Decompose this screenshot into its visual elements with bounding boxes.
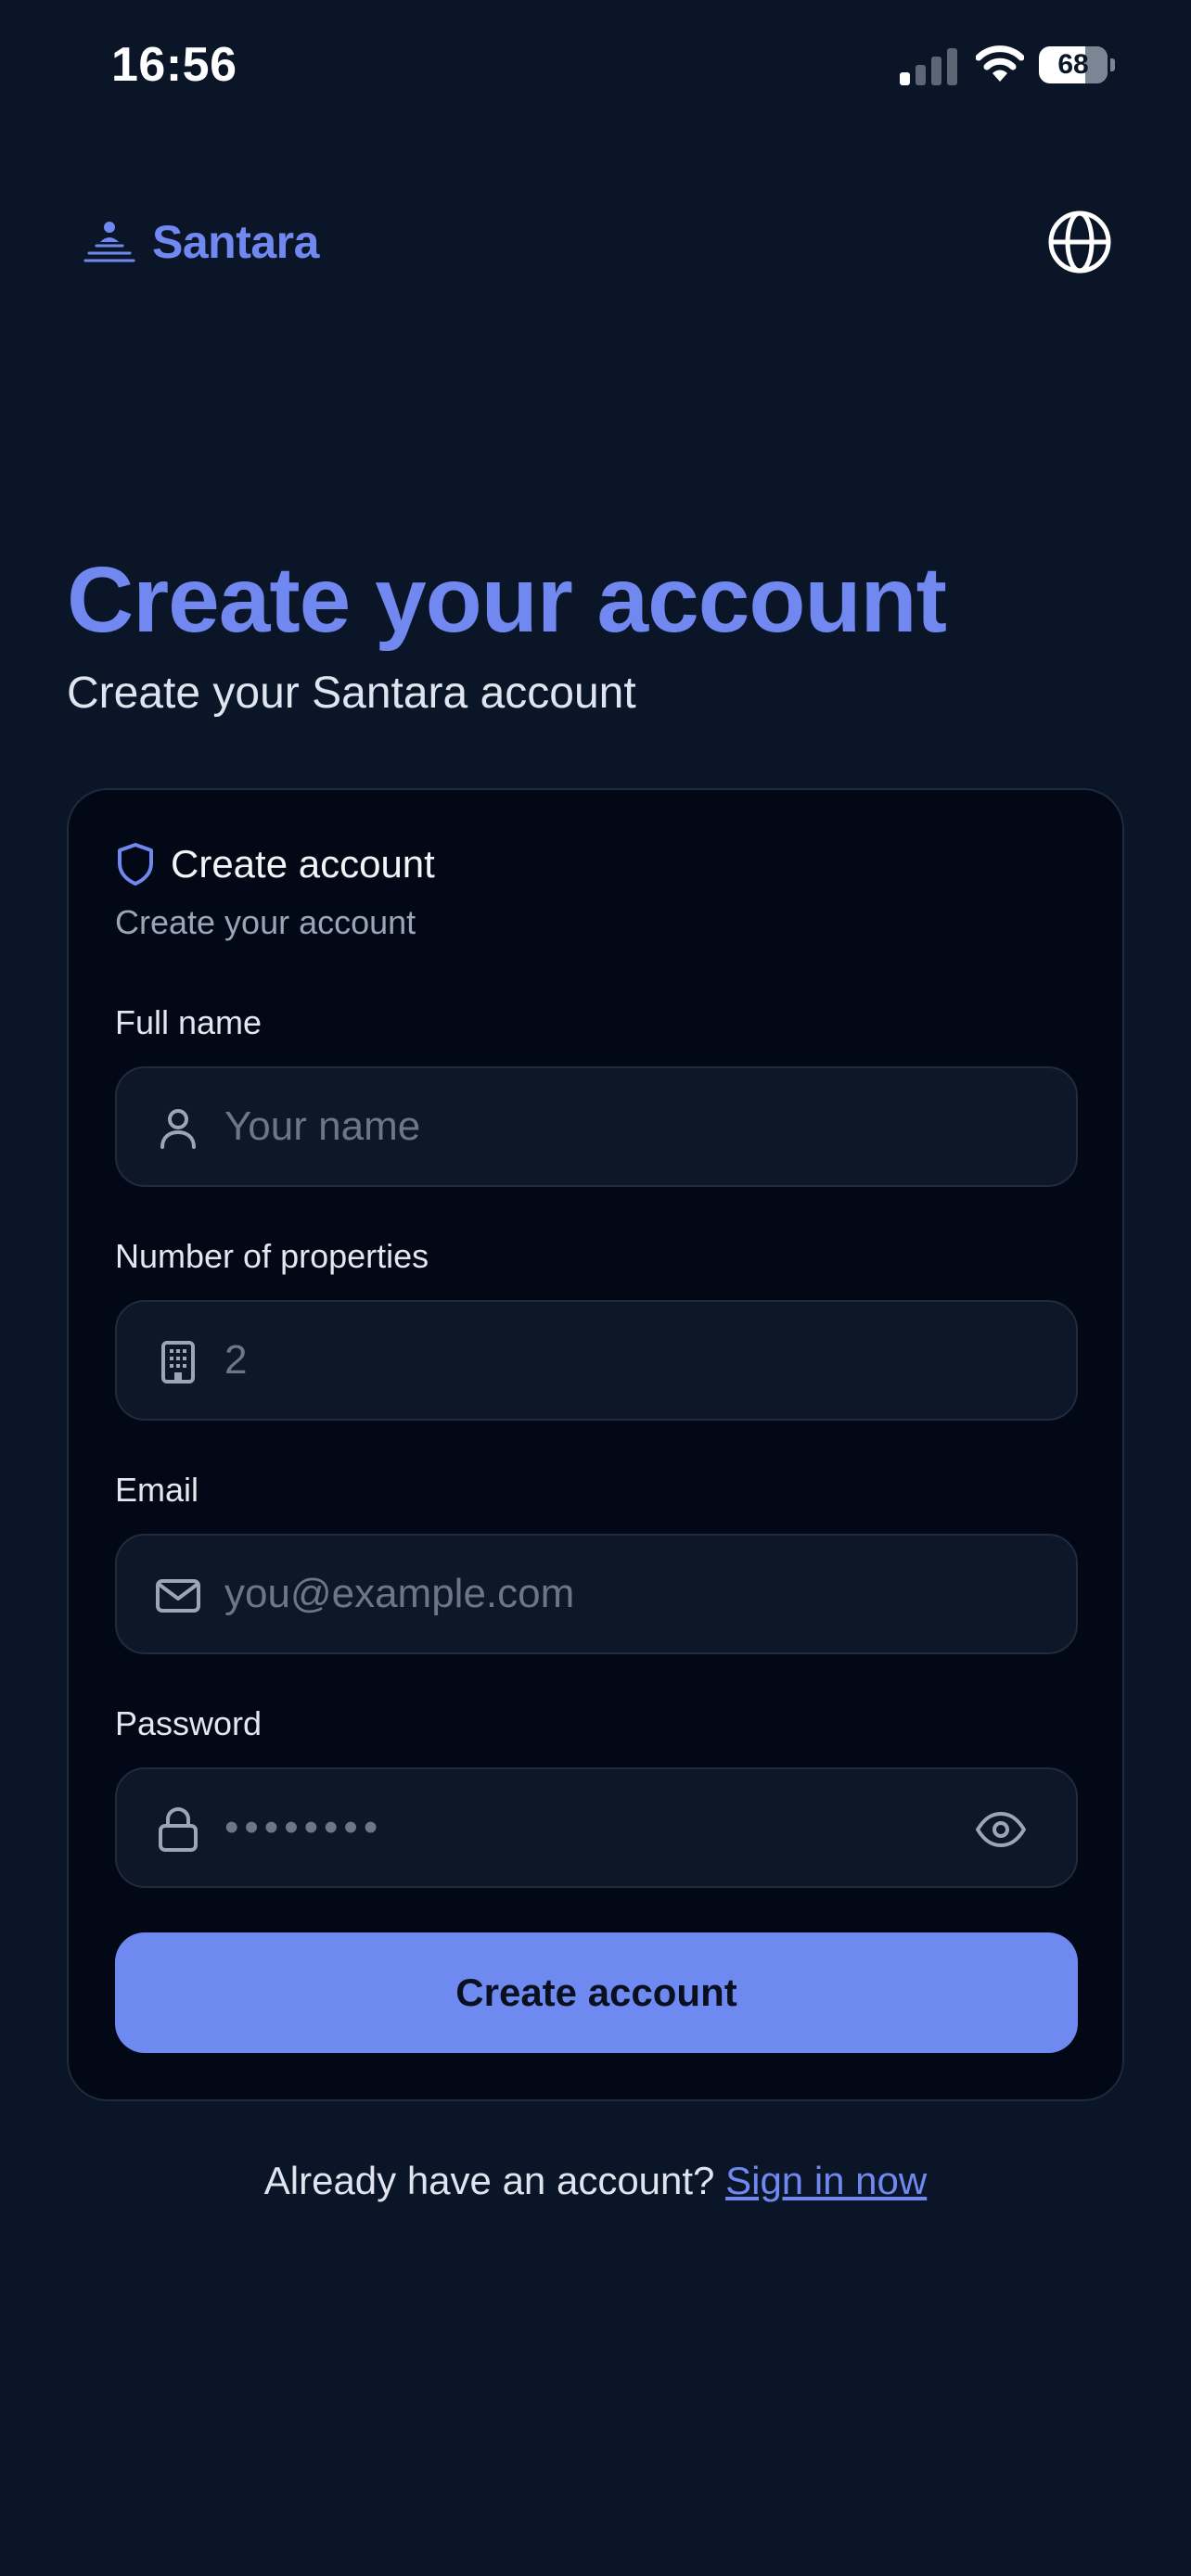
cellular-signal-icon (900, 48, 957, 85)
lock-icon (159, 1807, 198, 1852)
sign-in-prompt-text: Already have an account? (263, 2159, 726, 2202)
properties-label: Number of properties (115, 1237, 429, 1275)
properties-field[interactable] (115, 1300, 1078, 1421)
card-subtitle: Create your account (115, 903, 416, 941)
sign-in-prompt: Already have an account? Sign in now (0, 2159, 1191, 2203)
status-time: 16:56 (111, 38, 237, 92)
building-icon (161, 1341, 195, 1384)
globe-icon (1048, 210, 1111, 274)
password-input[interactable] (224, 1769, 957, 1886)
brand-name: Santara (152, 216, 319, 268)
user-icon (160, 1109, 196, 1149)
sign-in-link[interactable]: Sign in now (725, 2159, 927, 2202)
page-title: Create your account (67, 548, 947, 652)
page-subtitle: Create your Santara account (67, 669, 636, 718)
sign-up-card: Create account Create your account Full … (67, 788, 1124, 2101)
card-header: Create account (115, 842, 435, 886)
mail-icon (156, 1579, 200, 1613)
email-field[interactable] (115, 1534, 1078, 1654)
password-label: Password (115, 1704, 263, 1742)
properties-input[interactable] (224, 1302, 967, 1419)
create-account-button[interactable]: Create account (115, 1932, 1078, 2053)
email-input[interactable] (224, 1536, 967, 1652)
sign-up-screen: 16:56 68 Santara Create your account Cre… (0, 0, 1191, 2576)
full-name-field[interactable] (115, 1066, 1078, 1187)
password-field[interactable] (115, 1767, 1078, 1888)
brand[interactable]: Santara (82, 210, 319, 274)
email-label: Email (115, 1471, 199, 1509)
status-bar: 16:56 68 (0, 0, 1191, 139)
shield-icon (118, 843, 153, 886)
full-name-label: Full name (115, 1003, 263, 1041)
wifi-icon (976, 45, 1024, 82)
battery-icon: 68 (1039, 46, 1115, 83)
language-button[interactable] (1046, 209, 1113, 275)
card-title: Create account (171, 842, 435, 886)
battery-level: 68 (1057, 49, 1089, 80)
user-stack-icon (83, 222, 135, 262)
full-name-input[interactable] (224, 1068, 967, 1185)
eye-icon[interactable] (974, 1803, 1028, 1856)
